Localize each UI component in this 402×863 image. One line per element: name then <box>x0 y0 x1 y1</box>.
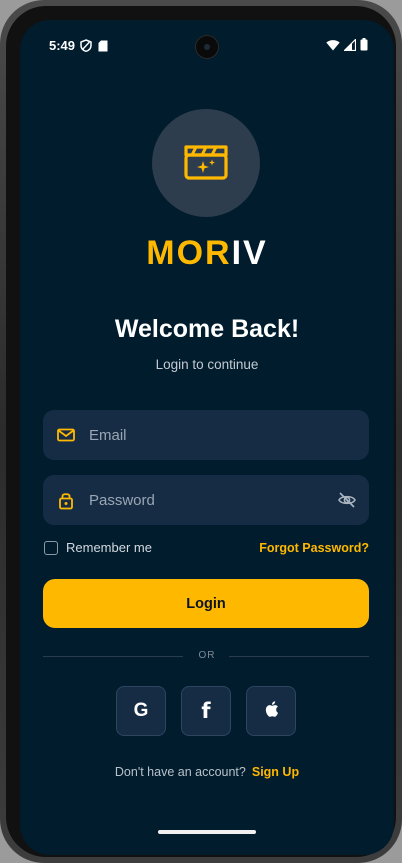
clapperboard-icon <box>183 141 229 186</box>
brand-accent: MOR <box>146 234 232 272</box>
lock-icon <box>56 490 76 510</box>
signal-icon <box>343 38 357 56</box>
signup-prompt: Don't have an account? <box>114 765 246 779</box>
facebook-icon: f <box>201 699 211 723</box>
home-indicator[interactable] <box>158 830 256 834</box>
google-icon: G <box>133 700 149 721</box>
signup-link[interactable]: Sign Up <box>252 765 299 779</box>
signup-row: Don't have an account? Sign Up <box>20 765 394 779</box>
remember-me-toggle[interactable]: Remember me <box>44 540 152 555</box>
status-bar: 5:49 <box>20 20 394 72</box>
google-login-button[interactable]: G <box>116 686 166 736</box>
email-input[interactable] <box>89 410 329 460</box>
phone-bezel: 5:49 MORIV Welcome Back! Login to contin… <box>6 6 396 857</box>
login-button[interactable]: Login <box>43 579 369 628</box>
forgot-password-link[interactable]: Forgot Password? <box>259 541 369 555</box>
eye-off-icon[interactable] <box>337 490 357 510</box>
phone-frame: 5:49 MORIV Welcome Back! Login to contin… <box>0 0 402 863</box>
status-time: 5:49 <box>49 38 76 53</box>
remember-me-checkbox[interactable] <box>44 540 58 555</box>
brand-name: MORIV <box>20 234 394 273</box>
apple-icon <box>263 700 279 723</box>
app-screen: 5:49 MORIV Welcome Back! Login to contin… <box>20 20 394 855</box>
status-indicators <box>326 38 368 56</box>
password-field[interactable] <box>43 475 369 525</box>
shield-icon <box>80 39 92 57</box>
logo-badge <box>152 109 260 217</box>
mail-icon <box>56 425 76 445</box>
facebook-login-button[interactable]: f <box>181 686 231 736</box>
page-subtitle: Login to continue <box>155 357 259 372</box>
brand-rest: IV <box>231 234 268 272</box>
wifi-icon <box>326 38 340 56</box>
email-field[interactable] <box>43 410 369 460</box>
remember-me-label: Remember me <box>66 540 152 555</box>
sd-card-icon <box>98 39 108 57</box>
divider-line-right <box>229 656 369 657</box>
battery-icon <box>360 38 368 56</box>
front-camera <box>195 35 219 59</box>
apple-login-button[interactable] <box>246 686 296 736</box>
password-input[interactable] <box>89 475 329 525</box>
page-title: Welcome Back! <box>114 315 300 343</box>
